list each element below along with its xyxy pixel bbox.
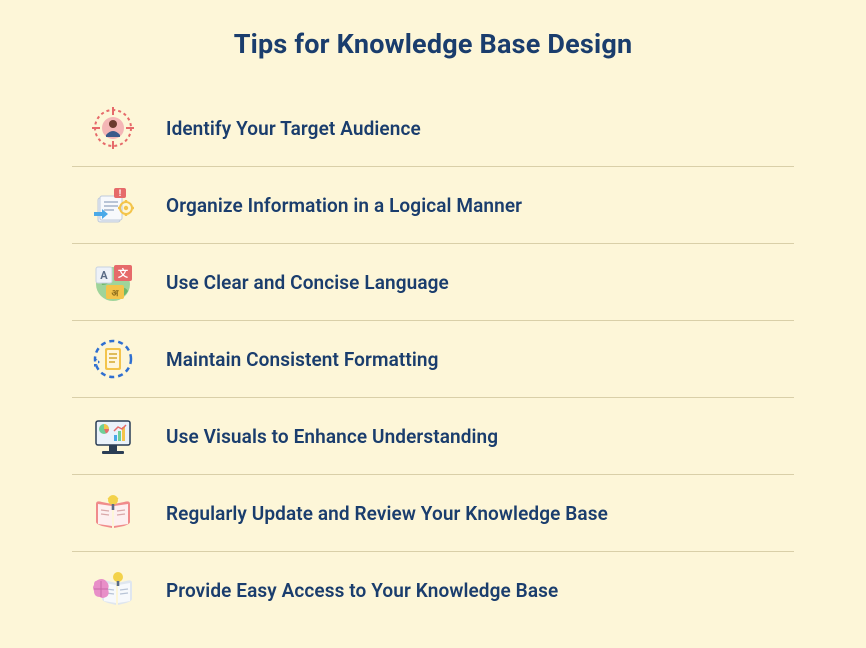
page-title: Tips for Knowledge Base Design xyxy=(72,28,794,60)
list-item: Regularly Update and Review Your Knowled… xyxy=(72,475,794,552)
list-item-label: Regularly Update and Review Your Knowled… xyxy=(166,502,608,525)
list-item: Maintain Consistent Formatting xyxy=(72,321,794,398)
tips-list: Identify Your Target Audience ! xyxy=(72,90,794,628)
list-item: A 文 अ Use Clear and Concise Language xyxy=(72,244,794,321)
organize-icon: ! xyxy=(90,182,136,228)
list-item-label: Organize Information in a Logical Manner xyxy=(166,194,522,217)
access-icon xyxy=(90,567,136,613)
list-item-label: Provide Easy Access to Your Knowledge Ba… xyxy=(166,579,558,602)
update-icon xyxy=(90,490,136,536)
list-item: Provide Easy Access to Your Knowledge Ba… xyxy=(72,552,794,628)
list-item-label: Use Visuals to Enhance Understanding xyxy=(166,425,498,448)
svg-text:!: ! xyxy=(119,189,121,199)
page: Tips for Knowledge Base Design Identify … xyxy=(0,0,866,648)
target-audience-icon xyxy=(90,105,136,151)
svg-text:文: 文 xyxy=(118,267,129,280)
list-item-label: Use Clear and Concise Language xyxy=(166,271,449,294)
svg-text:अ: अ xyxy=(112,289,120,299)
list-item: ! Organize Information in a Logical Mann… xyxy=(72,167,794,244)
language-icon: A 文 अ xyxy=(90,259,136,305)
visuals-icon xyxy=(90,413,136,459)
list-item-label: Maintain Consistent Formatting xyxy=(166,348,439,371)
list-item-label: Identify Your Target Audience xyxy=(166,117,421,140)
list-item: Identify Your Target Audience xyxy=(72,90,794,167)
formatting-icon xyxy=(90,336,136,382)
svg-text:A: A xyxy=(100,269,108,282)
list-item: Use Visuals to Enhance Understanding xyxy=(72,398,794,475)
